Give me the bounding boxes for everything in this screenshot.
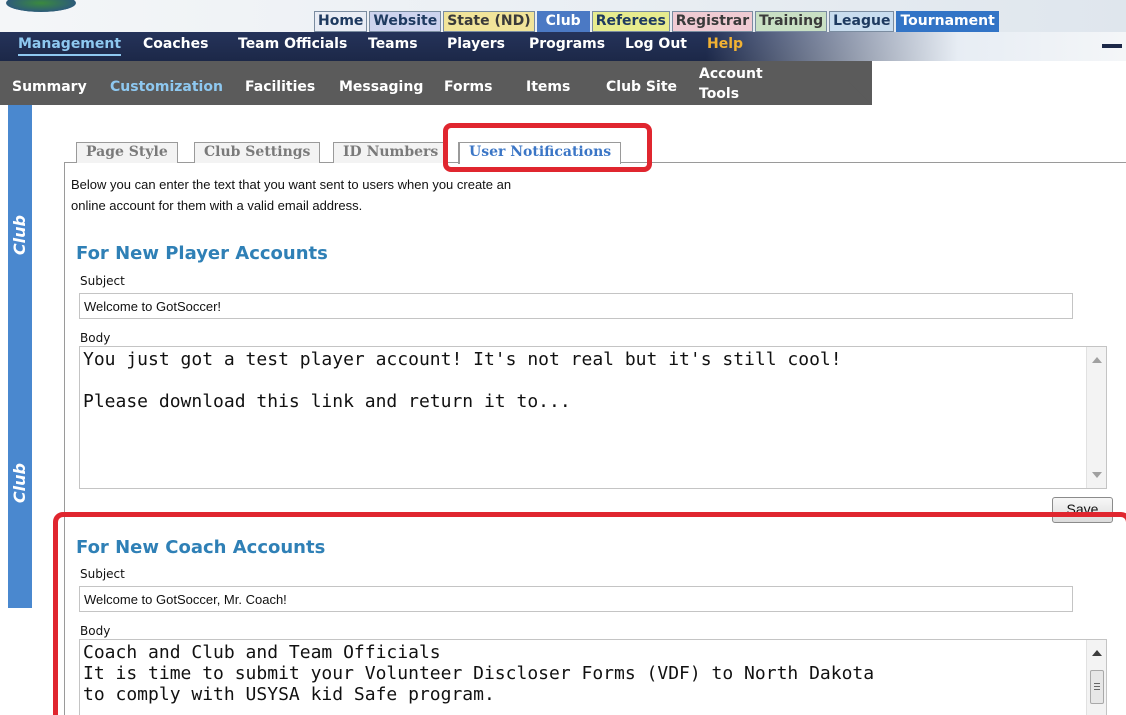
subnav-items[interactable]: Items <box>526 79 570 95</box>
top-tab-website[interactable]: Website <box>369 11 442 32</box>
top-tab-league[interactable]: League <box>829 11 895 32</box>
nav-log-out[interactable]: Log Out <box>625 36 687 52</box>
player-body-label: Body <box>80 331 111 345</box>
player-body-text: You just got a test player account! It's… <box>83 349 842 412</box>
tab-id-numbers[interactable]: ID Numbers <box>333 142 449 163</box>
subnav-tools[interactable]: Tools <box>699 86 739 102</box>
top-tab-club[interactable]: Club <box>536 11 590 32</box>
subnav-summary[interactable]: Summary <box>12 79 87 95</box>
player-section-title: For New Player Accounts <box>76 243 328 264</box>
secondary-nav-tail <box>848 81 872 105</box>
subnav-club-site[interactable]: Club Site <box>606 79 677 95</box>
subnav-forms[interactable]: Forms <box>444 79 492 95</box>
nav-notch <box>1102 44 1122 48</box>
club-sidebar: Club Club <box>8 105 32 608</box>
nav-coaches[interactable]: Coaches <box>143 36 208 52</box>
player-body-scrollbar[interactable] <box>1086 347 1106 488</box>
nav-programs[interactable]: Programs <box>529 36 605 52</box>
description-line-1: Below you can enter the text that you wa… <box>71 177 512 192</box>
top-tab-registrar[interactable]: Registrar <box>671 11 754 32</box>
top-tab-referees[interactable]: Referees <box>591 11 670 32</box>
sidebar-label-top: Club <box>10 215 29 256</box>
nav-help[interactable]: Help <box>707 36 743 52</box>
page: Home Website State (ND) Club Referees Re… <box>0 0 1126 715</box>
nav-team-officials[interactable]: Team Officials <box>238 36 347 52</box>
top-tab-home[interactable]: Home <box>314 11 368 32</box>
description-line-2: online account for them with a valid ema… <box>71 198 363 213</box>
tab-club-settings[interactable]: Club Settings <box>194 142 321 163</box>
annotation-highlight-coach-section <box>53 512 1126 715</box>
top-tab-state[interactable]: State (ND) <box>443 11 535 32</box>
primary-nav-fade <box>706 32 1126 61</box>
tab-page-style[interactable]: Page Style <box>76 142 178 163</box>
scroll-down-icon[interactable] <box>1092 472 1102 478</box>
scroll-up-icon[interactable] <box>1092 357 1102 363</box>
nav-players[interactable]: Players <box>447 36 505 52</box>
top-tab-training[interactable]: Training <box>755 11 828 32</box>
player-subject-input[interactable]: Welcome to GotSoccer! <box>79 293 1073 319</box>
subnav-account[interactable]: Account <box>699 66 763 82</box>
subnav-facilities[interactable]: Facilities <box>245 79 315 95</box>
top-tab-tournament[interactable]: Tournament <box>896 11 999 32</box>
nav-teams[interactable]: Teams <box>368 36 418 52</box>
player-body-textarea[interactable]: You just got a test player account! It's… <box>79 346 1107 489</box>
subnav-customization[interactable]: Customization <box>110 79 223 95</box>
player-subject-label: Subject <box>80 274 125 288</box>
sidebar-label-bottom: Club <box>10 463 29 504</box>
top-tab-bar: Home Website State (ND) Club Referees Re… <box>314 11 1001 32</box>
annotation-highlight-tab <box>443 123 652 172</box>
nav-management[interactable]: Management <box>18 36 122 56</box>
subnav-messaging[interactable]: Messaging <box>339 79 423 95</box>
